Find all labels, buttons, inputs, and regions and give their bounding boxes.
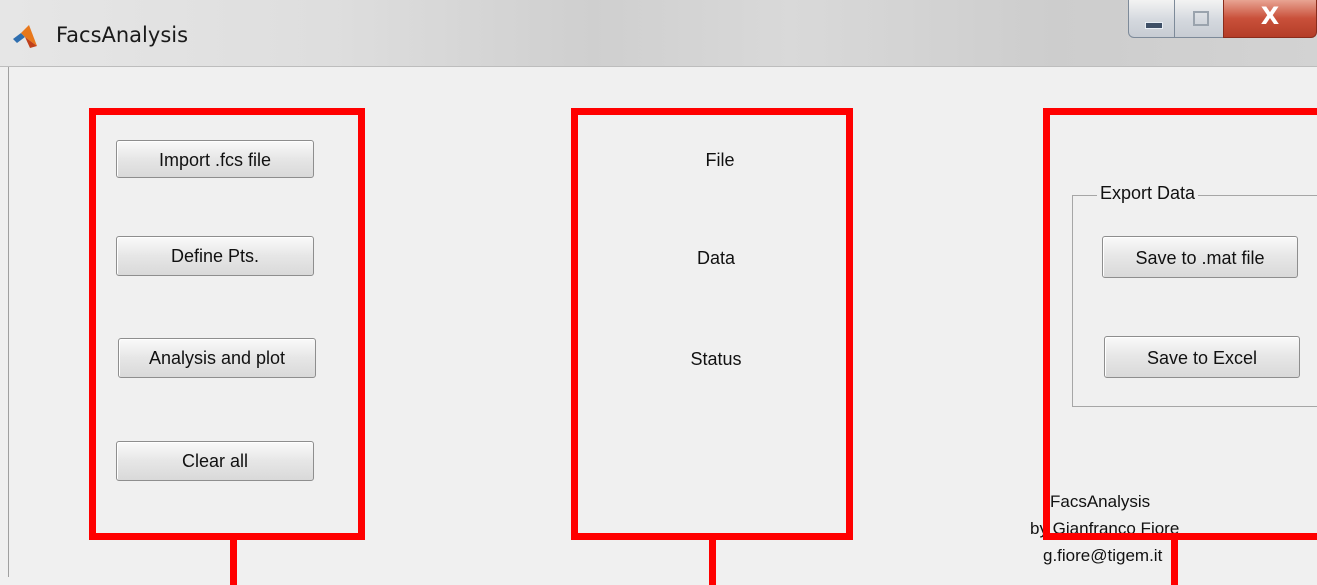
credits-email: g.fiore@tigem.it — [1043, 546, 1163, 565]
highlight-stem-info — [709, 540, 716, 585]
matlab-icon — [13, 25, 37, 48]
highlight-stem-actions — [230, 540, 237, 585]
title-bar[interactable]: FacsAnalysis X — [0, 0, 1317, 67]
minimize-button[interactable] — [1128, 0, 1175, 38]
highlight-box-info — [571, 108, 853, 540]
close-icon: X — [1260, 2, 1280, 30]
maximize-icon — [1193, 11, 1209, 26]
maximize-button[interactable] — [1174, 0, 1224, 38]
highlight-box-actions — [89, 108, 365, 540]
minimize-icon — [1145, 22, 1163, 29]
facsanalysis-window: FacsAnalysis X Import .fcs file Define P… — [0, 0, 1317, 585]
highlight-box-export — [1043, 108, 1317, 540]
highlight-stem-export — [1171, 540, 1178, 585]
close-button[interactable]: X — [1223, 0, 1317, 38]
window-title: FacsAnalysis — [56, 23, 189, 47]
